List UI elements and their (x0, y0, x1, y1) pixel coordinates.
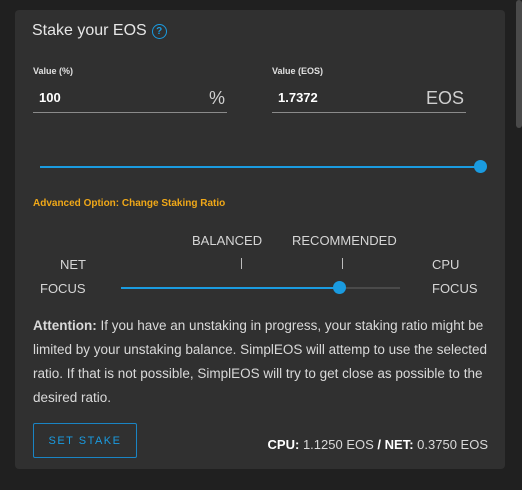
value-eos-input[interactable]: 1.7372 EOS (272, 88, 466, 113)
card-title: Stake your EOS ? (32, 22, 167, 40)
attention-heading: Attention: (33, 318, 97, 333)
set-stake-button[interactable]: SET STAKE (33, 423, 137, 458)
page-scrollbar[interactable] (516, 0, 522, 128)
card-title-text: Stake your EOS (32, 22, 147, 39)
stake-slider-thumb[interactable] (474, 160, 487, 173)
recommended-tick (342, 258, 343, 269)
value-percent-field: Value (%) 100 % (33, 66, 227, 113)
summary-separator: / (377, 437, 382, 452)
advanced-option-label[interactable]: Advanced Option: Change Staking Ratio (33, 198, 225, 209)
summary-net-label: NET: (384, 437, 414, 452)
value-eos-field: Value (EOS) 1.7372 EOS (272, 66, 466, 113)
attention-notice: Attention: If you have an unstaking in p… (33, 314, 493, 410)
attention-text: If you have an unstaking in progress, yo… (33, 318, 487, 405)
stake-card: Stake your EOS ? Value (%) 100 % Value (… (15, 10, 505, 469)
stake-slider-fill[interactable] (40, 166, 480, 168)
value-percent-unit: % (208, 88, 225, 108)
cpu-focus-label: FOCUS (432, 281, 478, 296)
value-percent-label: Value (%) (33, 66, 74, 76)
cpu-label: CPU (432, 257, 460, 272)
recommended-label: RECOMMENDED (292, 233, 397, 248)
value-eos-value[interactable]: 1.7372 (278, 90, 318, 105)
balanced-tick (241, 258, 242, 269)
value-eos-label: Value (EOS) (272, 66, 324, 76)
summary-net-value: 0.3750 EOS (417, 437, 488, 452)
net-label: NET (60, 257, 86, 272)
ratio-slider-fill[interactable] (121, 287, 339, 289)
balanced-label: BALANCED (192, 233, 263, 248)
ratio-slider-thumb[interactable] (333, 281, 346, 294)
summary-cpu-label: CPU: (267, 437, 300, 452)
stake-summary: CPU: 1.1250 EOS / NET: 0.3750 EOS (268, 437, 488, 452)
question-circle-icon[interactable]: ? (151, 23, 167, 39)
summary-cpu-value: 1.1250 EOS (302, 437, 374, 452)
value-percent-value[interactable]: 100 (39, 90, 61, 105)
value-eos-unit: EOS (425, 88, 464, 108)
net-focus-label: FOCUS (40, 281, 86, 296)
value-percent-input[interactable]: 100 % (33, 88, 227, 113)
